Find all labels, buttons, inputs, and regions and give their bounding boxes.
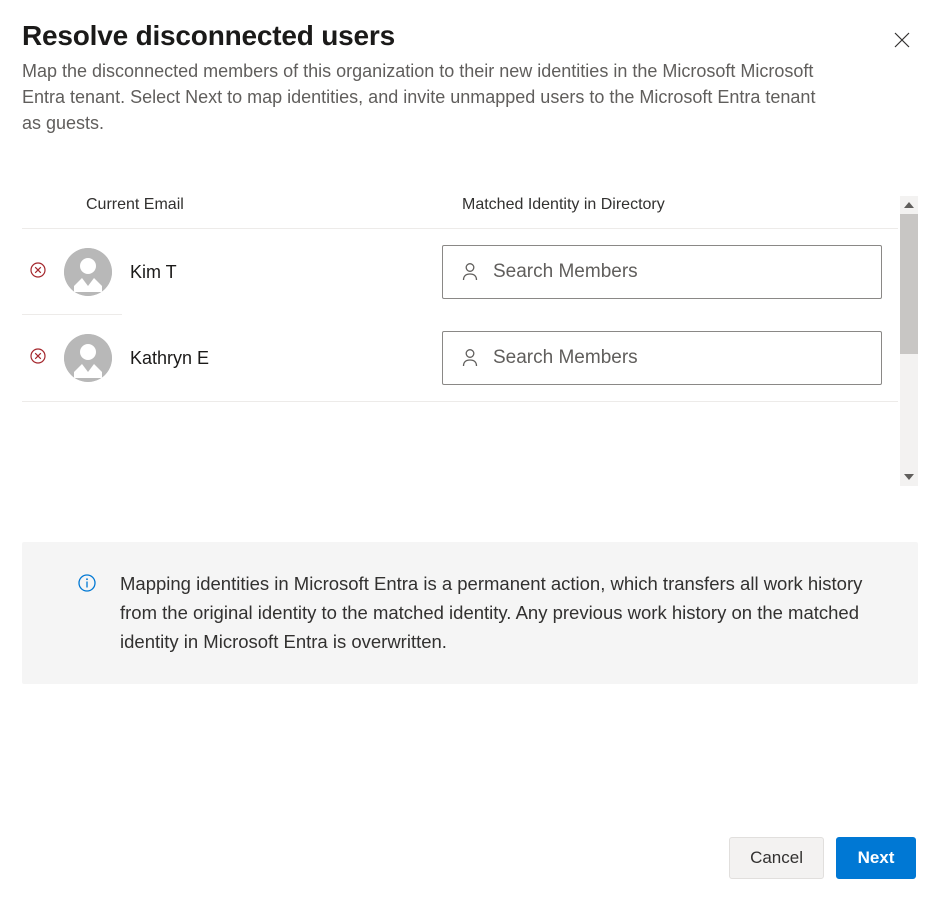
remove-user-icon[interactable] [30,262,46,283]
avatar [64,248,112,296]
search-members-box[interactable] [442,331,882,385]
remove-user-icon[interactable] [30,348,46,369]
user-row: Kathryn E [22,315,898,402]
column-header-matched: Matched Identity in Directory [442,196,665,214]
column-header-email: Current Email [22,196,442,214]
user-left-cell: Kim T [22,248,442,296]
panel-header: Resolve disconnected users Map the disco… [22,20,918,136]
table-header-row: Current Email Matched Identity in Direct… [22,196,898,229]
search-wrapper [442,331,882,385]
info-banner-text: Mapping identities in Microsoft Entra is… [120,570,878,656]
scroll-down-arrow-icon[interactable] [900,468,918,486]
header-text-block: Resolve disconnected users Map the disco… [22,20,890,136]
avatar [64,334,112,382]
search-members-box[interactable] [442,245,882,299]
info-icon [78,574,96,597]
panel-footer: Cancel Next [729,837,916,879]
users-scroll-area: Current Email Matched Identity in Direct… [22,196,918,486]
cancel-button[interactable]: Cancel [729,837,824,879]
user-row: Kim T [22,229,898,315]
person-search-icon [461,348,479,368]
users-table: Current Email Matched Identity in Direct… [22,196,918,402]
panel-title: Resolve disconnected users [22,20,890,52]
vertical-scrollbar[interactable] [900,196,918,486]
scrollbar-thumb[interactable] [900,214,918,354]
scroll-up-arrow-icon[interactable] [900,196,918,214]
resolve-users-panel: Resolve disconnected users Map the disco… [0,0,936,901]
scrollbar-track[interactable] [900,214,918,468]
close-button[interactable] [890,28,914,55]
next-button[interactable]: Next [836,837,916,879]
person-search-icon [461,262,479,282]
user-left-cell: Kathryn E [22,334,442,382]
panel-subtitle: Map the disconnected members of this org… [22,58,822,136]
search-wrapper [442,245,882,299]
info-banner: Mapping identities in Microsoft Entra is… [22,542,918,684]
search-members-input[interactable] [493,261,863,283]
search-members-input[interactable] [493,347,863,369]
close-icon [894,32,910,48]
user-name-label: Kathryn E [130,348,209,369]
user-name-label: Kim T [130,262,177,283]
